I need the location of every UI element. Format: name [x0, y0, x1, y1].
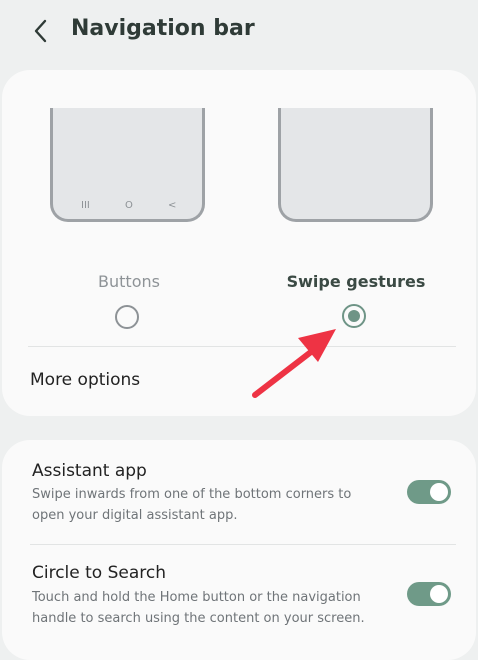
header: Navigation bar	[0, 0, 478, 64]
buttons-radio[interactable]	[115, 305, 139, 329]
toggle-knob	[430, 483, 448, 501]
back-button[interactable]	[26, 16, 56, 46]
navigation-type-card: III O < Buttons Swipe gestures More opti…	[2, 70, 476, 416]
circle-to-search-toggle[interactable]	[407, 582, 451, 606]
page-title: Navigation bar	[71, 16, 255, 41]
gesture-settings-card: Assistant app Swipe inwards from one of …	[2, 440, 476, 660]
radio-selected-dot	[348, 310, 360, 322]
swipe-gestures-preview[interactable]	[278, 108, 433, 222]
back-key-icon: <	[168, 200, 177, 211]
buttons-option-label[interactable]: Buttons	[29, 272, 229, 291]
divider	[28, 346, 456, 347]
recents-key-icon: III	[81, 200, 90, 211]
assistant-app-title: Assistant app	[32, 461, 147, 481]
circle-to-search-row[interactable]: Circle to Search Touch and hold the Home…	[2, 545, 476, 660]
more-options-item[interactable]: More options	[30, 370, 450, 394]
chevron-left-icon	[34, 19, 47, 43]
assistant-app-toggle[interactable]	[407, 480, 451, 504]
home-key-icon: O	[125, 200, 133, 211]
swipe-gestures-option-label[interactable]: Swipe gestures	[256, 272, 456, 291]
buttons-preview[interactable]: III O <	[50, 108, 205, 222]
assistant-app-description: Swipe inwards from one of the bottom cor…	[32, 487, 352, 523]
assistant-app-row[interactable]: Assistant app Swipe inwards from one of …	[2, 440, 476, 544]
circle-to-search-description: Touch and hold the Home button or the na…	[32, 590, 365, 626]
toggle-knob	[430, 585, 448, 603]
circle-to-search-title: Circle to Search	[32, 563, 167, 583]
swipe-gestures-radio[interactable]	[342, 304, 366, 328]
